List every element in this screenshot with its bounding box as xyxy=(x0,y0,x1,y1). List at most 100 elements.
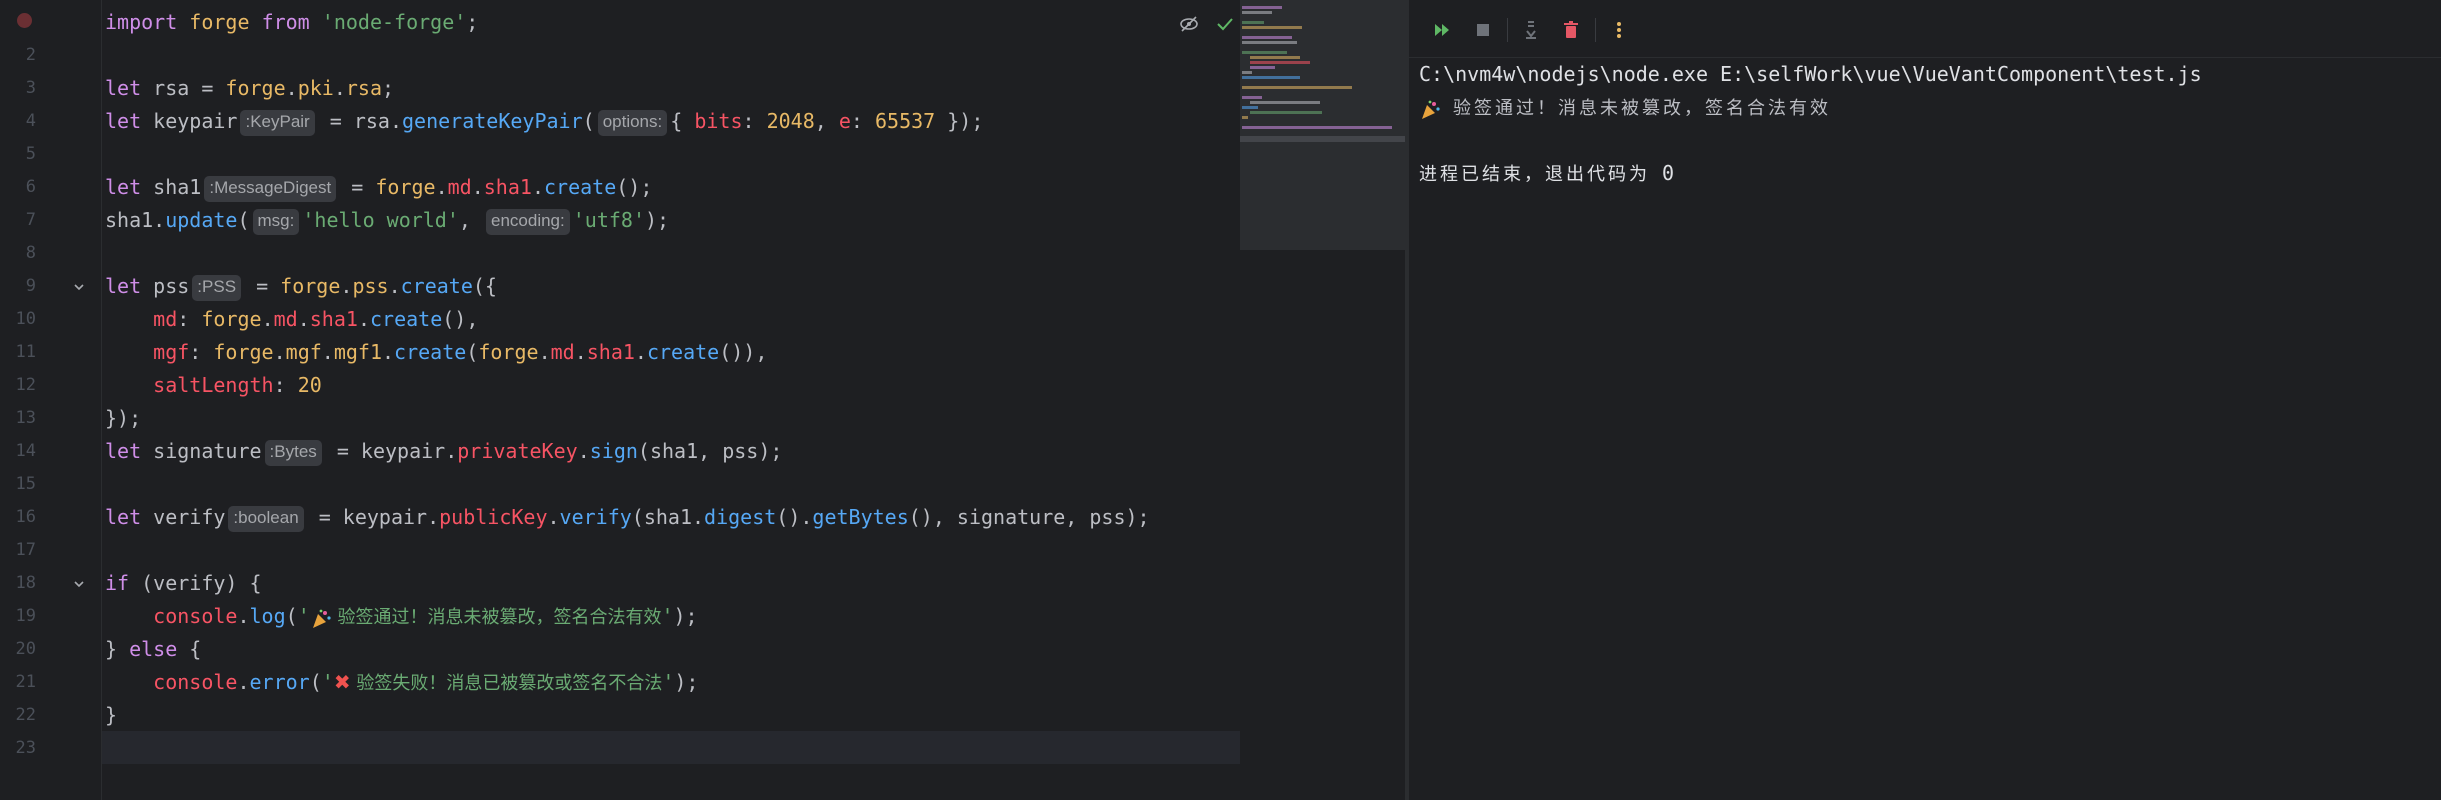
property: bits xyxy=(694,109,743,133)
line-number[interactable]: 9 xyxy=(0,270,36,303)
line-number[interactable]: 15 xyxy=(0,468,36,501)
code-line-7[interactable]: sha1.update(msg:'hello world', encoding:… xyxy=(105,204,669,237)
string-quote: ' xyxy=(662,670,675,694)
code-line-21[interactable]: console.error('✖ 验签失败！消息已被篡改或签名不合法'); xyxy=(105,666,698,699)
identifier: keypair xyxy=(342,505,428,529)
code-line-22[interactable]: } xyxy=(105,699,117,732)
operator: = xyxy=(317,109,354,133)
code-line-13[interactable]: }); xyxy=(105,402,141,435)
line-number[interactable]: 20 xyxy=(0,633,36,666)
function-call: create xyxy=(400,274,473,298)
punctuation: : xyxy=(742,109,767,133)
punctuation: { xyxy=(670,109,695,133)
check-icon[interactable] xyxy=(1214,13,1236,35)
minimap-line xyxy=(1242,21,1264,24)
code-line-10[interactable]: md: forge.md.sha1.create(), xyxy=(105,303,478,336)
minimap-line xyxy=(1242,71,1252,74)
minimap-line xyxy=(1242,126,1392,129)
string-quote: ' xyxy=(661,604,674,628)
fold-chevron-icon[interactable] xyxy=(72,567,86,600)
line-number[interactable]: 7 xyxy=(0,204,36,237)
code-line-20[interactable]: } else { xyxy=(105,633,201,666)
cross-mark-icon: ✖ xyxy=(333,670,351,694)
clear-icon[interactable] xyxy=(1559,18,1583,42)
line-number[interactable]: 19 xyxy=(0,600,36,633)
code-line-9[interactable]: let pss:PSS = forge.pss.create({ xyxy=(105,270,497,303)
string-quote: ' xyxy=(297,604,310,628)
minimap[interactable] xyxy=(1240,0,1405,250)
line-number[interactable]: 21 xyxy=(0,666,36,699)
punctuation: ; xyxy=(466,10,479,34)
parameter-hint: options: xyxy=(597,109,668,136)
line-number[interactable]: 17 xyxy=(0,534,36,567)
stop-icon[interactable] xyxy=(1471,18,1495,42)
line-number[interactable]: 8 xyxy=(0,237,36,270)
punctuation: . xyxy=(427,505,440,529)
code-line-3[interactable]: let rsa = forge.pki.rsa; xyxy=(105,72,394,105)
line-number[interactable]: 5 xyxy=(0,138,36,171)
keyword: let xyxy=(105,505,142,529)
code-line-11[interactable]: mgf: forge.mgf.mgf1.create(forge.md.sha1… xyxy=(105,336,767,369)
function-call: generateKeyPair xyxy=(402,109,583,133)
code-line-6[interactable]: let sha1:MessageDigest = forge.md.sha1.c… xyxy=(105,171,652,204)
code-line-4[interactable]: let keypair:KeyPair = rsa.generateKeyPai… xyxy=(105,105,983,138)
code-line-14[interactable]: let signature:Bytes = keypair.privateKey… xyxy=(105,435,782,468)
code-line-1[interactable]: import forge from 'node-forge'; xyxy=(105,6,478,39)
line-number[interactable]: 3 xyxy=(0,72,36,105)
more-icon[interactable] xyxy=(1607,18,1631,42)
identifier: forge xyxy=(225,76,286,100)
eye-off-icon[interactable] xyxy=(1178,13,1200,35)
number-literal: 2048 xyxy=(766,109,815,133)
line-number[interactable]: 4 xyxy=(0,105,36,138)
line-number[interactable]: 16 xyxy=(0,501,36,534)
line-number[interactable]: 2 xyxy=(0,39,36,72)
identifier: sha1 xyxy=(153,175,202,199)
punctuation: (); xyxy=(616,175,653,199)
console-output-line: 验签通过！消息未被篡改，签名合法有效 xyxy=(1419,91,2429,124)
line-number[interactable]: 11 xyxy=(0,336,36,369)
punctuation: ( xyxy=(309,670,322,694)
minimap-viewport[interactable] xyxy=(1240,136,1405,142)
string-literal: 'node-forge' xyxy=(321,10,467,34)
punctuation: . xyxy=(285,76,298,100)
line-number[interactable]: 18 xyxy=(0,567,36,600)
identifier: console xyxy=(153,604,238,628)
code-line-12[interactable]: saltLength: 20 xyxy=(105,369,322,402)
punctuation: . xyxy=(297,307,310,331)
identifier: forge xyxy=(213,340,274,364)
breakpoint-icon[interactable] xyxy=(17,13,32,28)
punctuation: . xyxy=(153,208,166,232)
operator: = xyxy=(324,439,361,463)
punctuation: ; xyxy=(381,76,395,100)
console-output[interactable]: C:\nvm4w\nodejs\node.exe E:\selfWork\vue… xyxy=(1419,58,2429,190)
code-editor[interactable]: 2 3 4 5 6 7 8 9 10 11 12 13 14 15 16 17 18 19 20 21 22 23 imp… xyxy=(0,0,1405,800)
punctuation: (), signature, pss); xyxy=(908,505,1150,529)
code-line-19[interactable]: console.log(' 验签通过！消息未被篡改，签名合法有效'); xyxy=(105,600,697,633)
keyword: from xyxy=(261,10,310,34)
punctuation: . xyxy=(574,340,587,364)
line-number[interactable]: 12 xyxy=(0,369,36,402)
minimap-line xyxy=(1242,11,1272,14)
code-line-18[interactable]: if (verify) { xyxy=(105,567,262,600)
line-number[interactable]: 22 xyxy=(0,699,36,732)
line-number[interactable]: 14 xyxy=(0,435,36,468)
scroll-to-end-icon[interactable] xyxy=(1519,18,1543,42)
line-number[interactable]: 6 xyxy=(0,171,36,204)
string-literal: 'hello world' xyxy=(302,208,459,232)
fold-chevron-icon[interactable] xyxy=(72,270,86,303)
code-area[interactable]: import forge from 'node-forge'; let rsa … xyxy=(105,0,1240,800)
line-number[interactable]: 23 xyxy=(0,732,36,765)
line-number[interactable]: 13 xyxy=(0,402,36,435)
punctuation: . xyxy=(388,274,401,298)
keyword: let xyxy=(105,109,142,133)
punctuation: . xyxy=(340,274,353,298)
punctuation: : xyxy=(850,109,875,133)
minimap-line xyxy=(1242,86,1352,89)
identifier: forge xyxy=(375,175,436,199)
code-line-16[interactable]: let verify:boolean = keypair.publicKey.v… xyxy=(105,501,1150,534)
rerun-icon[interactable] xyxy=(1431,18,1455,42)
function-call: create xyxy=(646,340,720,364)
keyword: if xyxy=(105,571,130,595)
line-number[interactable]: 10 xyxy=(0,303,36,336)
